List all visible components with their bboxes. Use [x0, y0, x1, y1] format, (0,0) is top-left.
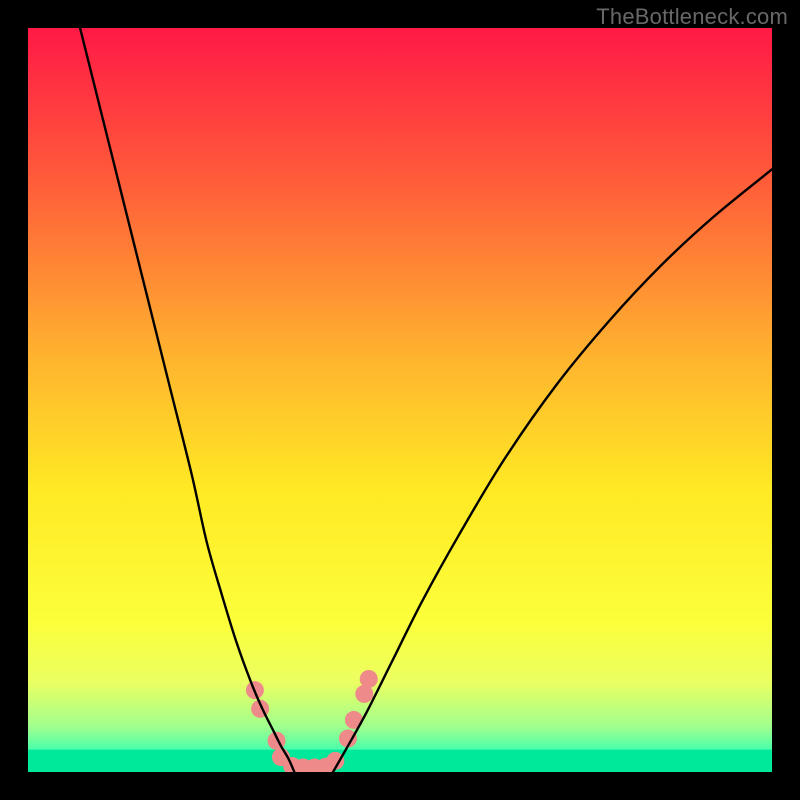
floor-band: [28, 750, 772, 772]
outer-frame: TheBottleneck.com: [0, 0, 800, 800]
plot-area: [28, 28, 772, 772]
gradient-background: [28, 28, 772, 772]
chart-svg: [28, 28, 772, 772]
marker-dot: [360, 670, 378, 688]
watermark-text: TheBottleneck.com: [596, 4, 788, 30]
